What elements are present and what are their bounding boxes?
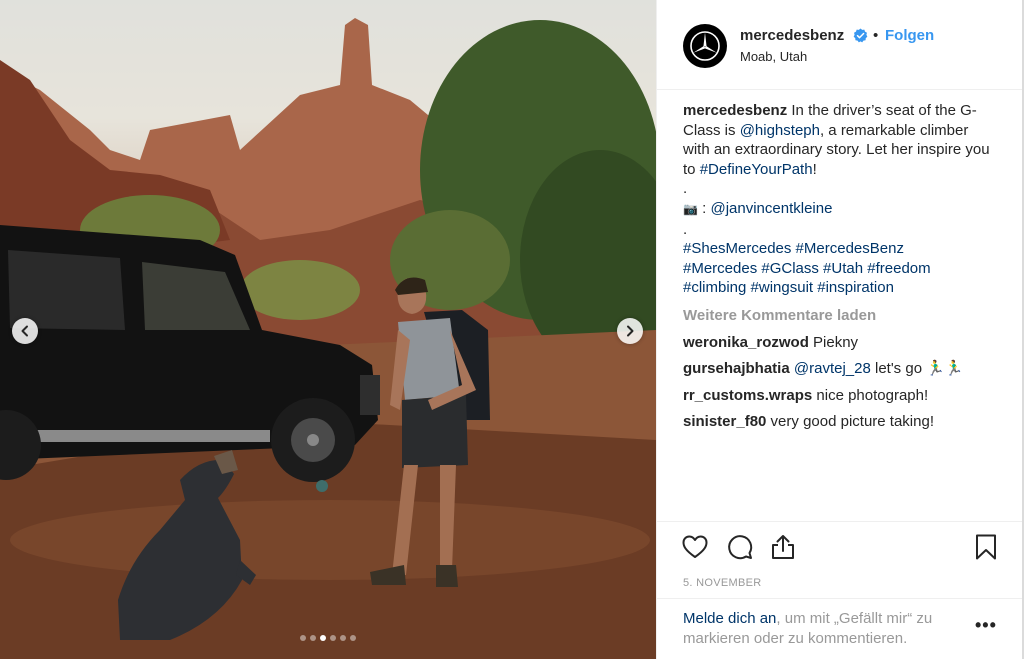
avatar[interactable] — [683, 24, 727, 68]
comment-text: Piekny — [808, 333, 859, 351]
caption-dot-2: . — [683, 220, 688, 238]
login-prompt-text: Melde dich an, um mit „Gefällt mir“ zu m… — [683, 609, 963, 648]
load-more-comments-button[interactable]: Weitere Kommentare laden — [683, 306, 993, 326]
post-photo[interactable] — [0, 0, 656, 659]
login-prompt: Melde dich an, um mit „Gefällt mir“ zu m… — [657, 598, 1023, 659]
carousel-indicator — [0, 635, 656, 641]
chevron-left-icon — [21, 325, 28, 337]
login-link[interactable]: Melde dich an — [683, 610, 776, 627]
post-location[interactable]: Moab, Utah — [740, 49, 807, 64]
carousel-dot — [330, 635, 336, 641]
comment-username[interactable]: sinister_f80 — [683, 413, 766, 430]
post-date[interactable]: 5. NOVEMBER — [683, 577, 762, 589]
credit-prefix: : — [697, 199, 711, 217]
comment-mention[interactable]: @ravtej_28 — [794, 360, 871, 377]
comment-item: rr_customs.wraps nice photograph! — [683, 386, 993, 406]
comment-username[interactable]: rr_customs.wraps — [683, 387, 812, 404]
carousel-dot — [340, 635, 346, 641]
carousel-dot — [320, 635, 326, 641]
comment-text: let's go 🏃‍♂️🏃‍♂️ — [870, 360, 964, 378]
mercedes-star-icon — [690, 31, 720, 61]
caption-hashtag[interactable]: #DefineYourPath — [700, 161, 813, 178]
comment-item: sinister_f80 very good picture taking! — [683, 412, 993, 432]
carousel-next-button[interactable] — [617, 318, 643, 344]
hashtags-line-1[interactable]: #ShesMercedes #MercedesBenz — [683, 239, 993, 259]
post-side-panel: mercedesbenz • Folgen Moab, Utah mercede… — [656, 0, 1023, 659]
follow-button[interactable]: Folgen — [885, 27, 934, 44]
comment-text: nice photograph! — [812, 386, 929, 404]
more-options-button[interactable]: ••• — [975, 615, 997, 636]
header-separator: • — [873, 27, 879, 44]
camera-emoji: 📷 — [683, 201, 698, 216]
post-header: mercedesbenz • Folgen Moab, Utah — [657, 0, 1023, 90]
bookmark-icon[interactable] — [972, 533, 1000, 561]
photo-scene — [0, 0, 656, 659]
caption-credit-line: 📷 : @janvincentkleine — [683, 199, 993, 220]
comments-section: mercedesbenz In the driver’s seat of the… — [683, 101, 993, 432]
caption-dot-1: . — [683, 180, 688, 198]
carousel-prev-button[interactable] — [12, 318, 38, 344]
caption: mercedesbenz In the driver’s seat of the… — [683, 101, 993, 179]
post-author-username[interactable]: mercedesbenz — [740, 27, 844, 44]
chevron-right-icon — [627, 325, 634, 337]
caption-mention[interactable]: @highsteph — [740, 122, 820, 139]
photo-credit-mention[interactable]: @janvincentkleine — [710, 200, 832, 217]
comment-text: very good picture taking! — [766, 413, 934, 431]
comment-item: gursehajbhatia @ravtej_28 let's go 🏃‍♂️🏃… — [683, 359, 993, 379]
share-icon[interactable] — [769, 533, 797, 561]
carousel-dot — [300, 635, 306, 641]
hashtags-line-3[interactable]: #climbing #wingsuit #inspiration — [683, 278, 993, 298]
verified-badge-icon — [853, 28, 868, 43]
caption-username[interactable]: mercedesbenz — [683, 102, 787, 119]
comment-icon[interactable] — [726, 533, 754, 561]
comment-item: weronika_rozwod Piekny — [683, 333, 993, 353]
hashtags-line-2[interactable]: #Mercedes #GClass #Utah #freedom — [683, 259, 993, 279]
action-bar — [657, 521, 1023, 571]
carousel-dot — [350, 635, 356, 641]
caption-text-3: ! — [812, 160, 817, 178]
carousel-dot — [310, 635, 316, 641]
comment-username[interactable]: weronika_rozwod — [683, 334, 809, 351]
comment-username[interactable]: gursehajbhatia — [683, 360, 790, 377]
heart-icon[interactable] — [681, 533, 709, 561]
